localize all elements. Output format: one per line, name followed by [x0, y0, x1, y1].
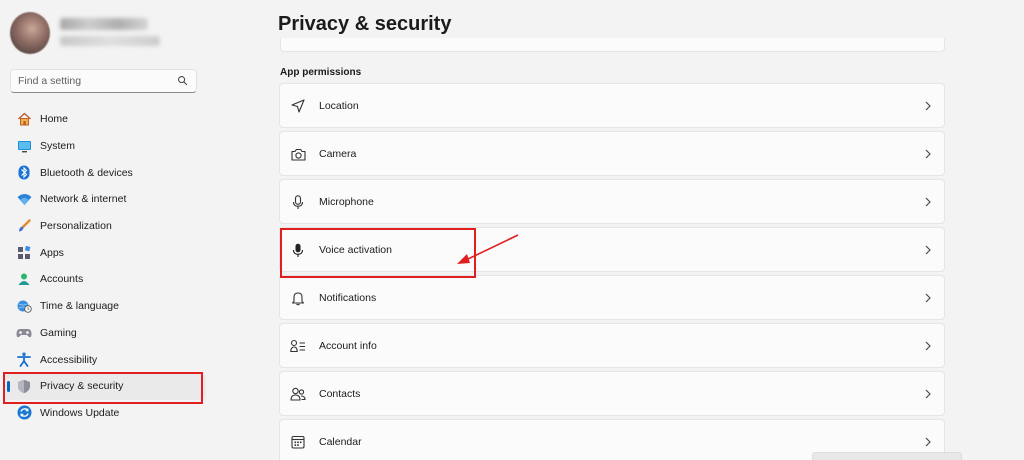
sidebar-item-system[interactable]: System	[0, 133, 210, 160]
calendar-icon	[290, 434, 306, 450]
permission-row-contacts[interactable]: Contacts	[279, 371, 945, 416]
bell-icon	[290, 290, 306, 306]
permission-label: Calendar	[319, 435, 362, 448]
sidebar-item-label: Network & internet	[40, 193, 127, 206]
sidebar-item-gaming[interactable]: Gaming	[0, 320, 210, 347]
previous-settings-card	[280, 38, 945, 52]
page-title: Privacy & security	[278, 13, 452, 35]
chevron-right-icon	[925, 101, 931, 111]
permission-label: Notifications	[319, 291, 377, 304]
search-input[interactable]	[18, 73, 168, 89]
permission-label: Account info	[319, 339, 377, 352]
permission-row-location[interactable]: Location	[279, 83, 945, 128]
chevron-right-icon	[925, 341, 931, 351]
sidebar-item-label: Apps	[40, 246, 64, 259]
avatar[interactable]	[10, 12, 50, 54]
sidebar-item-label: System	[40, 140, 76, 153]
sidebar-item-time-language[interactable]: Time & language	[0, 293, 210, 320]
sidebar-item-label: Accounts	[40, 273, 84, 286]
annotation-highlight-voice-activation	[280, 228, 476, 278]
account-info-icon	[290, 338, 306, 354]
sidebar-item-label: Gaming	[40, 326, 77, 339]
permission-label: Camera	[319, 147, 357, 160]
permission-label: Contacts	[319, 387, 361, 400]
chevron-right-icon	[925, 437, 931, 447]
permission-row-notifications[interactable]: Notifications	[279, 275, 945, 320]
user-profile[interactable]	[10, 12, 200, 54]
accounts-icon	[16, 271, 32, 287]
brush-icon	[16, 218, 32, 234]
chevron-right-icon	[925, 245, 931, 255]
section-label-app-permissions: App permissions	[280, 67, 362, 78]
gamepad-icon	[16, 325, 32, 341]
profile-email-blurred	[60, 36, 160, 46]
permission-row-camera[interactable]: Camera	[279, 131, 945, 176]
sidebar-item-home[interactable]: Home	[0, 106, 210, 133]
annotation-highlight-sidebar	[3, 372, 203, 404]
contacts-icon	[290, 386, 306, 402]
chevron-right-icon	[925, 197, 931, 207]
wifi-icon	[16, 191, 32, 207]
sidebar-item-accessibility[interactable]: Accessibility	[0, 346, 210, 373]
sidebar-item-label: Accessibility	[40, 353, 98, 366]
accessibility-icon	[16, 352, 32, 368]
search-icon[interactable]	[177, 75, 188, 86]
permission-label: Location	[319, 99, 359, 112]
sidebar-item-accounts[interactable]: Accounts	[0, 266, 210, 293]
sidebar-item-apps[interactable]: Apps	[0, 239, 210, 266]
home-icon	[16, 111, 32, 127]
location-arrow-icon	[290, 98, 306, 114]
partial-overlay-edge	[812, 452, 962, 460]
sidebar-item-label: Bluetooth & devices	[40, 166, 133, 179]
profile-name-blurred	[60, 18, 148, 30]
sidebar-item-label: Personalization	[40, 220, 112, 233]
permission-row-account-info[interactable]: Account info	[279, 323, 945, 368]
sidebar-item-personalization[interactable]: Personalization	[0, 213, 210, 240]
globe-clock-icon	[16, 298, 32, 314]
sidebar-item-label: Windows Update	[40, 406, 120, 419]
apps-icon	[16, 245, 32, 261]
chevron-right-icon	[925, 293, 931, 303]
bluetooth-icon	[16, 165, 32, 181]
sidebar-item-label: Home	[40, 113, 69, 126]
sidebar-item-label: Time & language	[40, 300, 119, 313]
permission-row-microphone[interactable]: Microphone	[279, 179, 945, 224]
permission-label: Microphone	[319, 195, 374, 208]
update-icon	[16, 405, 32, 421]
search-box[interactable]	[10, 69, 197, 93]
sidebar-item-network[interactable]: Network & internet	[0, 186, 210, 213]
sidebar-item-bluetooth[interactable]: Bluetooth & devices	[0, 159, 210, 186]
microphone-icon	[290, 194, 306, 210]
system-icon	[16, 138, 32, 154]
camera-icon	[290, 146, 306, 162]
chevron-right-icon	[925, 149, 931, 159]
chevron-right-icon	[925, 389, 931, 399]
